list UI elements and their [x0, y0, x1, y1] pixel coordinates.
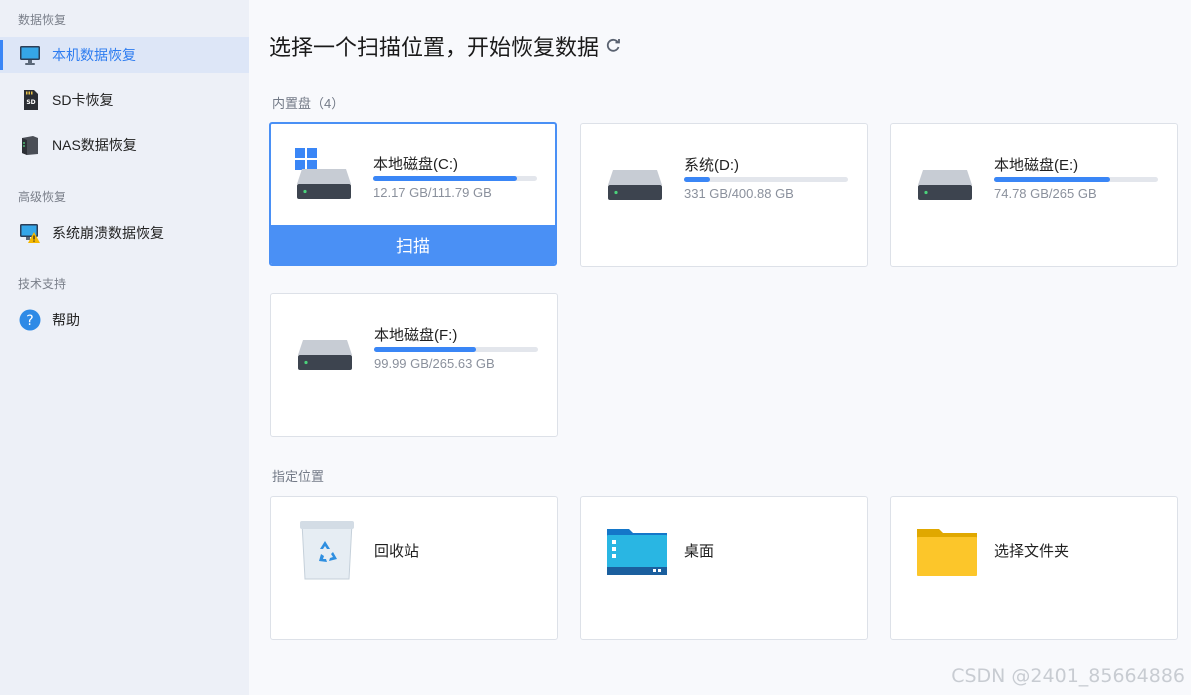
section-data-recovery: 数据恢复: [18, 13, 67, 27]
disk-card-c[interactable]: 本地磁盘(C:) 12.17 GB/111.79 GB 扫描: [269, 122, 557, 266]
disk-name: 本地磁盘(E:): [994, 157, 1079, 174]
hard-disk-icon: [297, 338, 353, 372]
folder-icon: [917, 521, 981, 581]
disk-card-d[interactable]: 系统(D:) 331 GB/400.88 GB: [580, 123, 868, 267]
disk-usage-bar: [373, 176, 537, 181]
specified-location-label: 指定位置: [272, 469, 325, 484]
svg-text:SD: SD: [26, 99, 35, 106]
disk-name: 本地磁盘(C:): [373, 156, 458, 173]
sidebar-item-sd-card[interactable]: SD SD卡恢复: [0, 82, 249, 118]
location-recycle-bin[interactable]: 回收站: [270, 496, 558, 640]
location-name: 选择文件夹: [994, 543, 1070, 560]
sidebar-item-label: SD卡恢复: [52, 92, 114, 108]
refresh-icon[interactable]: [605, 37, 621, 53]
page-title: 选择一个扫描位置，开始恢复数据: [269, 35, 600, 60]
disk-usage-bar: [374, 347, 538, 352]
sidebar-item-help[interactable]: ? 帮助: [0, 302, 249, 338]
disk-name: 本地磁盘(F:): [374, 327, 458, 344]
disk-card-f[interactable]: 本地磁盘(F:) 99.99 GB/265.63 GB: [270, 293, 558, 437]
desktop-icon: [607, 521, 671, 581]
section-support: 技术支持: [18, 277, 67, 291]
location-choose-folder[interactable]: 选择文件夹: [890, 496, 1178, 640]
crashed-system-icon: [19, 222, 41, 244]
disk-size: 74.78 GB/265 GB: [994, 186, 1097, 201]
scan-button[interactable]: 扫描: [271, 225, 555, 264]
sidebar: 数据恢复 本机数据恢复 SD SD卡恢复 NAS数据恢复 高级恢复 系统崩溃数据…: [0, 0, 249, 695]
disk-size: 12.17 GB/111.79 GB: [373, 185, 492, 200]
sidebar-item-crash-recovery[interactable]: 系统崩溃数据恢复: [0, 215, 249, 251]
help-icon: ?: [19, 309, 41, 331]
disk-usage-bar: [994, 177, 1158, 182]
hard-disk-icon: [607, 168, 663, 202]
sidebar-item-label: NAS数据恢复: [52, 137, 137, 153]
sidebar-item-label: 本机数据恢复: [52, 47, 136, 63]
watermark: CSDN @2401_85664886: [951, 665, 1185, 687]
sidebar-item-nas[interactable]: NAS数据恢复: [0, 127, 249, 163]
disk-card-e[interactable]: 本地磁盘(E:) 74.78 GB/265 GB: [890, 123, 1178, 267]
location-name: 桌面: [684, 543, 715, 560]
hard-disk-icon: [917, 168, 973, 202]
internal-disks-label: 内置盘（4）: [272, 96, 345, 111]
monitor-icon: [19, 44, 41, 66]
sidebar-item-label: 帮助: [52, 312, 80, 328]
location-name: 回收站: [374, 543, 420, 560]
hard-disk-icon: [296, 167, 352, 201]
recycle-bin-icon: [297, 521, 361, 581]
disk-usage-bar: [684, 177, 848, 182]
main-panel: 选择一个扫描位置，开始恢复数据 内置盘（4） 本地磁盘(C:) 12.17 GB…: [249, 0, 1191, 695]
disk-name: 系统(D:): [684, 157, 739, 174]
location-desktop[interactable]: 桌面: [580, 496, 868, 640]
section-advanced: 高级恢复: [18, 190, 67, 204]
disk-size: 331 GB/400.88 GB: [684, 186, 794, 201]
disk-size: 99.99 GB/265.63 GB: [374, 356, 495, 371]
sidebar-item-label: 系统崩溃数据恢复: [52, 225, 164, 241]
sidebar-item-local-recovery[interactable]: 本机数据恢复: [0, 37, 249, 73]
nas-icon: [19, 134, 41, 156]
sd-card-icon: SD: [19, 89, 41, 111]
svg-text:?: ?: [26, 313, 33, 329]
